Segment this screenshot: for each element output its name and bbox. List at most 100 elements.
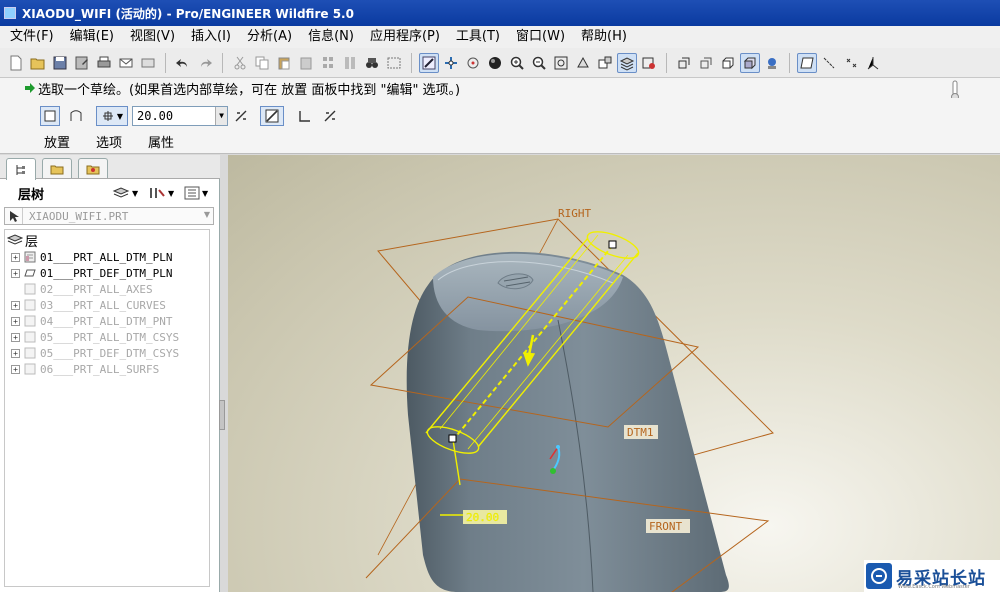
layer-display-button[interactable]: ▼: [112, 185, 138, 201]
layer-name: 02___PRT_ALL_AXES: [40, 282, 153, 296]
menu-tools[interactable]: 工具(T): [448, 26, 508, 48]
csys-icon[interactable]: [863, 53, 883, 73]
remove-material-button[interactable]: [260, 106, 284, 126]
layer-item[interactable]: + 03___PRT_ALL_CURVES: [11, 297, 166, 313]
print-icon[interactable]: [94, 53, 114, 73]
settings-tools-icon: [150, 188, 165, 198]
datum-point-icon[interactable]: [441, 53, 461, 73]
copy-icon[interactable]: [252, 53, 272, 73]
saved-views-icon[interactable]: [595, 53, 615, 73]
zoom-out-icon[interactable]: [529, 53, 549, 73]
tab-favorites[interactable]: [78, 158, 108, 178]
tab-placement[interactable]: 放置: [44, 132, 70, 151]
expand-icon[interactable]: +: [11, 332, 20, 342]
view-manager-icon[interactable]: [639, 53, 659, 73]
menu-analysis[interactable]: 分析(A): [239, 26, 300, 48]
tab-properties[interactable]: 属性: [148, 132, 174, 151]
new-file-icon[interactable]: [6, 53, 26, 73]
layer-item[interactable]: + 04___PRT_ALL_DTM_PNT: [11, 313, 172, 329]
surface-button[interactable]: [66, 106, 86, 126]
panel-title: 层树: [18, 187, 45, 203]
layer-settings-button[interactable]: ▼: [148, 185, 174, 201]
no-hidden-icon[interactable]: [718, 53, 738, 73]
tree-root[interactable]: 层: [7, 232, 38, 250]
datum-points-icon[interactable]: [841, 53, 861, 73]
datum-label-front: FRONT: [649, 520, 682, 533]
drag-handle-top[interactable]: [608, 240, 617, 249]
chevron-down-icon[interactable]: ▼: [215, 107, 227, 125]
layer-item[interactable]: + 01___PRT_ALL_DTM_PLN: [11, 249, 172, 265]
zoom-in-icon[interactable]: [507, 53, 527, 73]
datum-axes-icon[interactable]: [819, 53, 839, 73]
tab-folder-browser[interactable]: [42, 158, 72, 178]
expand-icon[interactable]: +: [11, 316, 20, 326]
redo-icon[interactable]: [195, 53, 215, 73]
expand-icon[interactable]: +: [11, 268, 20, 278]
drag-handle-bottom[interactable]: [448, 434, 457, 443]
select-arrow-icon[interactable]: [5, 208, 23, 224]
regenerate-icon[interactable]: [318, 53, 338, 73]
arrow-right-icon: [25, 83, 35, 93]
cut-icon[interactable]: [230, 53, 250, 73]
sketch-icon[interactable]: [419, 52, 439, 73]
layer-list-button[interactable]: ▼: [184, 185, 208, 201]
expand-icon[interactable]: +: [11, 300, 20, 310]
enhanced-realism-icon[interactable]: [762, 53, 782, 73]
expand-icon[interactable]: +: [11, 364, 20, 374]
datum-planes-icon[interactable]: [797, 52, 817, 73]
solid-button[interactable]: [40, 106, 60, 126]
layer-item[interactable]: + 06___PRT_ALL_SURFS: [11, 361, 159, 377]
layer-item[interactable]: + 05___PRT_DEF_DTM_CSYS: [11, 345, 179, 361]
menu-window[interactable]: 窗口(W): [508, 26, 573, 48]
save-copy-icon[interactable]: [72, 53, 92, 73]
menu-applications[interactable]: 应用程序(P): [362, 26, 448, 48]
send-mail-icon[interactable]: [116, 53, 136, 73]
message-line: 选取一个草绘。(如果首选内部草绘，可在 放置 面板中找到 "编辑" 选项。): [0, 78, 1000, 98]
undo-icon[interactable]: [173, 53, 193, 73]
tab-model-tree[interactable]: [6, 158, 36, 180]
open-file-icon[interactable]: [28, 53, 48, 73]
depth-dimension-label[interactable]: 20.00: [466, 511, 499, 524]
depth-input[interactable]: 20.00 ▼: [132, 106, 228, 126]
refit-icon[interactable]: [551, 53, 571, 73]
layer-item[interactable]: 02___PRT_ALL_AXES: [11, 281, 153, 297]
menu-help[interactable]: 帮助(H): [573, 26, 635, 48]
shading-icon[interactable]: [485, 53, 505, 73]
thicken-button[interactable]: [294, 106, 314, 126]
menu-file[interactable]: 文件(F): [2, 26, 62, 48]
reorient-icon[interactable]: [573, 53, 593, 73]
spin-center-icon[interactable]: [463, 53, 483, 73]
wireframe-icon[interactable]: [674, 53, 694, 73]
chevron-down-icon: ▼: [168, 188, 175, 198]
expand-icon[interactable]: +: [11, 252, 20, 262]
depth-type-dropdown[interactable]: ▼: [96, 106, 128, 126]
regenerate-manager-icon[interactable]: [340, 53, 360, 73]
paste-icon[interactable]: [274, 53, 294, 73]
menu-insert[interactable]: 插入(I): [183, 26, 239, 48]
graphics-window[interactable]: RIGHT DTM1 FRONT 20.00: [228, 155, 1000, 592]
layer-name: 01___PRT_DEF_DTM_PLN: [40, 266, 173, 280]
expand-icon[interactable]: +: [11, 348, 20, 358]
layer-item[interactable]: + 01___PRT_DEF_DTM_PLN: [11, 265, 172, 281]
select-box-icon[interactable]: [384, 53, 404, 73]
hidden-line-icon[interactable]: [696, 53, 716, 73]
layer-item[interactable]: + 05___PRT_ALL_DTM_CSYS: [11, 329, 179, 345]
chevron-down-icon: ▼: [202, 188, 209, 198]
shaded-icon[interactable]: [740, 52, 760, 73]
mail-link-icon[interactable]: [138, 53, 158, 73]
model-scene: RIGHT DTM1 FRONT 20.00: [365, 207, 774, 592]
paste-special-icon[interactable]: [296, 53, 316, 73]
menu-view[interactable]: 视图(V): [122, 26, 183, 48]
flip-direction-button[interactable]: [232, 106, 250, 126]
menu-edit[interactable]: 编辑(E): [62, 26, 122, 48]
active-model-selector[interactable]: XIAODU_WIFI.PRT ▼: [4, 207, 214, 225]
find-icon[interactable]: [362, 53, 382, 73]
save-icon[interactable]: [50, 53, 70, 73]
menu-info[interactable]: 信息(N): [300, 26, 362, 48]
tab-options[interactable]: 选项: [96, 132, 122, 151]
panel-splitter[interactable]: [219, 400, 225, 430]
chevron-down-icon[interactable]: ▼: [204, 210, 210, 219]
layers-icon[interactable]: [617, 52, 637, 73]
product-body[interactable]: [406, 251, 729, 592]
flip-thicken-button[interactable]: [320, 106, 340, 126]
